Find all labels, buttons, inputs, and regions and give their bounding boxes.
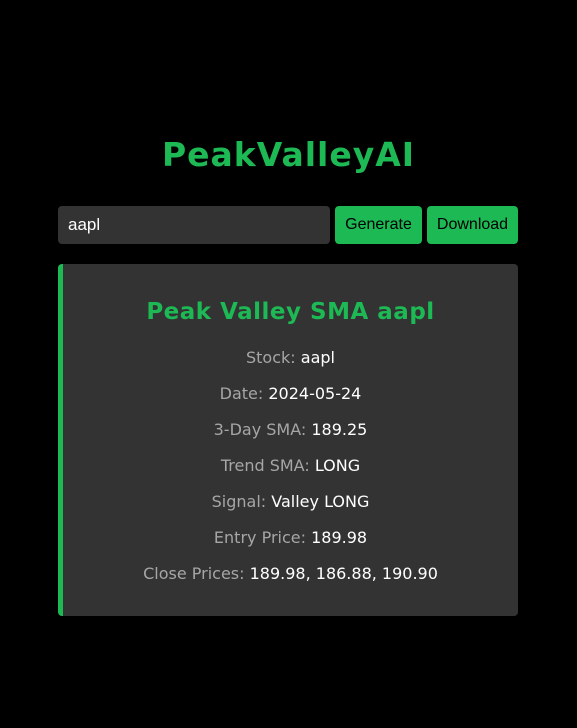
- info-row-sma: 3-Day SMA: 189.25: [63, 419, 518, 441]
- download-button[interactable]: Download: [427, 206, 518, 244]
- info-label: Close Prices:: [143, 564, 245, 583]
- result-card: Peak Valley SMA aapl Stock: aapl Date: 2…: [58, 264, 518, 616]
- info-row-trend: Trend SMA: LONG: [63, 455, 518, 477]
- info-label: Date:: [219, 384, 264, 403]
- result-title: Peak Valley SMA aapl: [146, 299, 435, 325]
- info-row-close-prices: Close Prices: 189.98, 186.88, 190.90: [63, 563, 518, 585]
- info-value: 2024-05-24: [268, 384, 362, 403]
- info-label: Entry Price:: [213, 528, 306, 547]
- app-title: PeakValleyAI: [161, 135, 416, 174]
- stock-symbol-input[interactable]: [58, 206, 330, 244]
- info-value: 189.98: [311, 528, 368, 547]
- controls-bar: Generate Download: [58, 206, 518, 244]
- info-row-signal: Signal: Valley LONG: [63, 491, 518, 513]
- info-label: Stock:: [246, 348, 296, 367]
- info-value: aapl: [300, 348, 335, 367]
- info-row-entry-price: Entry Price: 189.98: [63, 527, 518, 549]
- generate-button[interactable]: Generate: [335, 206, 422, 244]
- info-label: 3-Day SMA:: [213, 420, 307, 439]
- info-row-date: Date: 2024-05-24: [63, 383, 518, 405]
- info-label: Trend SMA:: [220, 456, 310, 475]
- info-value: LONG: [314, 456, 361, 475]
- info-value: 189.25: [311, 420, 368, 439]
- info-label: Signal:: [211, 492, 267, 511]
- info-value: 189.98, 186.88, 190.90: [249, 564, 438, 583]
- info-value: Valley LONG: [271, 492, 370, 511]
- info-row-stock: Stock: aapl: [63, 347, 518, 369]
